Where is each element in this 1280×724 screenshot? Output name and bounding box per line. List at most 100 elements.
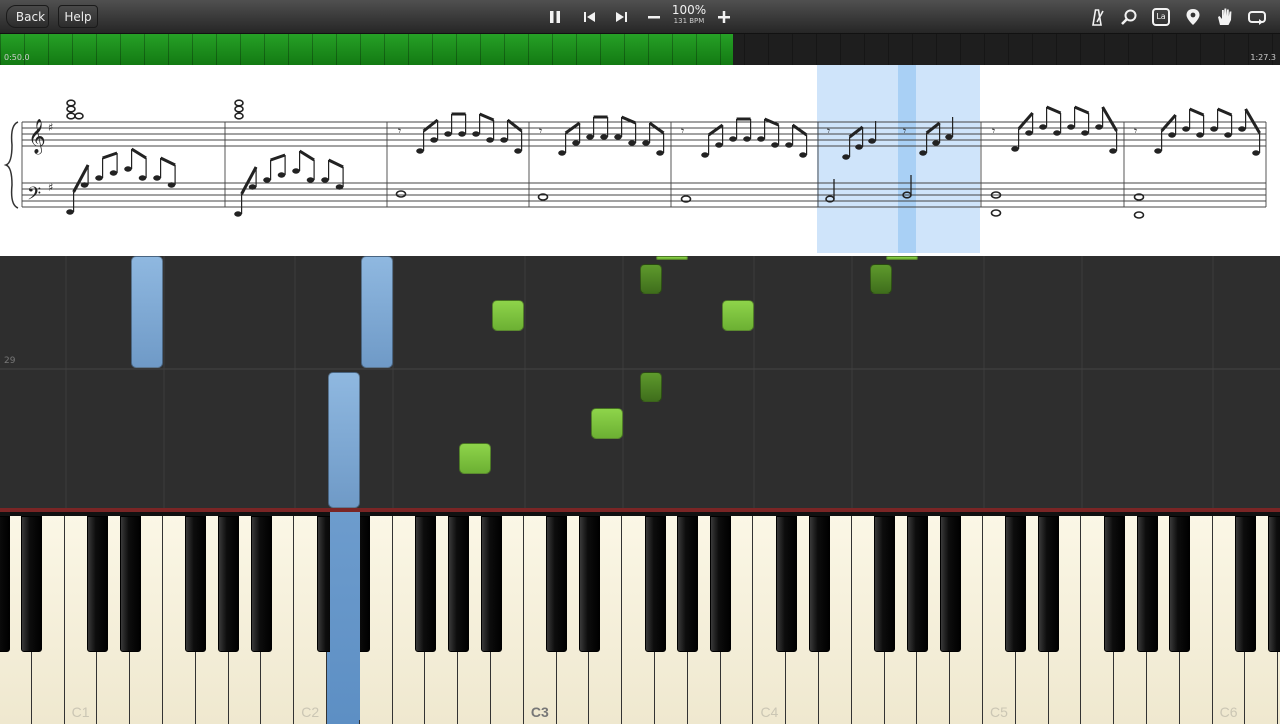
svg-text:𝄾: 𝄾 — [398, 124, 401, 138]
svg-text:𝄾: 𝄾 — [903, 124, 906, 138]
note-head — [799, 152, 807, 158]
svg-text:𝄾: 𝄾 — [681, 124, 684, 138]
black-key[interactable] — [1136, 516, 1158, 652]
black-key[interactable] — [874, 516, 896, 652]
metronome-icon[interactable] — [1085, 5, 1109, 29]
pause-icon[interactable] — [543, 5, 567, 29]
note-head — [80, 182, 89, 188]
black-key[interactable] — [906, 516, 928, 652]
bpm-value: 131 BPM — [673, 17, 705, 25]
note-head — [945, 134, 953, 140]
note-head — [1224, 132, 1232, 138]
progress-ticks — [0, 34, 1280, 65]
key-label-icon[interactable]: La — [1149, 5, 1173, 29]
note-head — [1011, 146, 1019, 152]
black-key[interactable] — [939, 516, 961, 652]
zoom-value: 100% — [671, 3, 707, 17]
black-key[interactable] — [218, 516, 240, 652]
black-key[interactable] — [480, 516, 502, 652]
note-head — [701, 152, 709, 158]
note-head — [642, 140, 650, 146]
black-key[interactable] — [1267, 516, 1280, 652]
left-hand-note — [361, 256, 393, 368]
note-head — [109, 170, 118, 176]
note-head — [600, 134, 608, 140]
note-head — [1081, 130, 1089, 136]
note-head — [1168, 132, 1176, 138]
black-key[interactable] — [447, 516, 469, 652]
note-head — [558, 150, 566, 156]
elapsed-time: 0:50.0 — [4, 53, 30, 62]
right-hand-note — [459, 443, 491, 474]
black-key[interactable] — [119, 516, 141, 652]
left-hand-note — [328, 372, 360, 508]
black-key[interactable] — [1103, 516, 1125, 652]
plus-icon[interactable] — [712, 5, 736, 29]
black-key[interactable] — [250, 516, 272, 652]
key-label: C5 — [990, 704, 1008, 720]
note-head — [1154, 148, 1162, 154]
note-head — [444, 131, 452, 137]
svg-text:𝄾: 𝄾 — [1134, 124, 1137, 138]
black-key[interactable] — [775, 516, 797, 652]
note-head — [614, 134, 622, 140]
sheet-music[interactable]: 𝄞 𝄢 ♯ ♯ 𝄾 𝄾 𝄾 𝄾 𝄾 𝄾 𝄾 — [0, 65, 1280, 256]
black-key[interactable] — [578, 516, 600, 652]
black-key[interactable] — [677, 516, 699, 652]
right-hand-note — [870, 264, 892, 294]
black-key[interactable] — [1005, 516, 1027, 652]
note-head — [416, 148, 424, 154]
black-key[interactable] — [1038, 516, 1060, 652]
black-key[interactable] — [21, 516, 43, 652]
back-button[interactable]: Back — [6, 5, 49, 28]
note-head — [1238, 126, 1246, 132]
help-button[interactable]: Help — [58, 5, 98, 28]
right-hand-note — [591, 408, 623, 439]
sheet-playhead — [898, 65, 916, 253]
minus-icon[interactable] — [642, 5, 666, 29]
key-label: C6 — [1219, 704, 1238, 720]
black-key[interactable] — [710, 516, 732, 652]
active-key-highlight — [330, 512, 360, 720]
note-head — [306, 177, 315, 183]
black-key[interactable] — [1234, 516, 1256, 652]
note-head — [277, 172, 286, 178]
sheet-music-staff: 𝄞 𝄢 ♯ ♯ 𝄾 𝄾 𝄾 𝄾 𝄾 𝄾 𝄾 — [3, 65, 1267, 253]
black-key[interactable] — [414, 516, 436, 652]
note-head — [1053, 130, 1061, 136]
note-head — [1109, 148, 1117, 154]
song-progress-bar[interactable]: 0:50.0 1:27.3 — [0, 34, 1280, 65]
note-head — [572, 140, 580, 146]
note-head — [932, 140, 940, 146]
note-head — [167, 182, 176, 188]
note-head — [868, 138, 876, 144]
note-head — [66, 209, 74, 215]
note-head — [500, 137, 508, 143]
left-hand-note — [131, 256, 163, 368]
piano-roll: 29 — [0, 256, 1280, 508]
location-pin-icon[interactable] — [1181, 5, 1205, 29]
skip-back-icon[interactable] — [578, 5, 602, 29]
black-key[interactable] — [86, 516, 108, 652]
note-head — [842, 154, 850, 160]
black-key[interactable] — [0, 516, 10, 652]
magnifier-icon[interactable] — [1117, 5, 1141, 29]
note-head — [335, 184, 344, 190]
black-key[interactable] — [1169, 516, 1191, 652]
svg-text:♯: ♯ — [48, 181, 53, 194]
skip-forward-icon[interactable] — [609, 5, 633, 29]
svg-text:𝄾: 𝄾 — [827, 124, 830, 138]
note-head — [95, 175, 103, 181]
loop-icon[interactable] — [1245, 5, 1269, 29]
note-head — [586, 134, 594, 140]
right-hand-note — [722, 300, 754, 331]
black-key[interactable] — [185, 516, 207, 652]
piano-keyboard[interactable]: C1 C2 C3 C4 C5 C6 — [0, 508, 1280, 724]
key-label: C1 — [71, 704, 90, 720]
hand-icon[interactable] — [1213, 5, 1237, 29]
note-head — [292, 168, 300, 174]
black-key[interactable] — [546, 516, 568, 652]
black-key[interactable] — [808, 516, 830, 652]
svg-text:♯: ♯ — [48, 121, 53, 134]
black-key[interactable] — [644, 516, 666, 652]
